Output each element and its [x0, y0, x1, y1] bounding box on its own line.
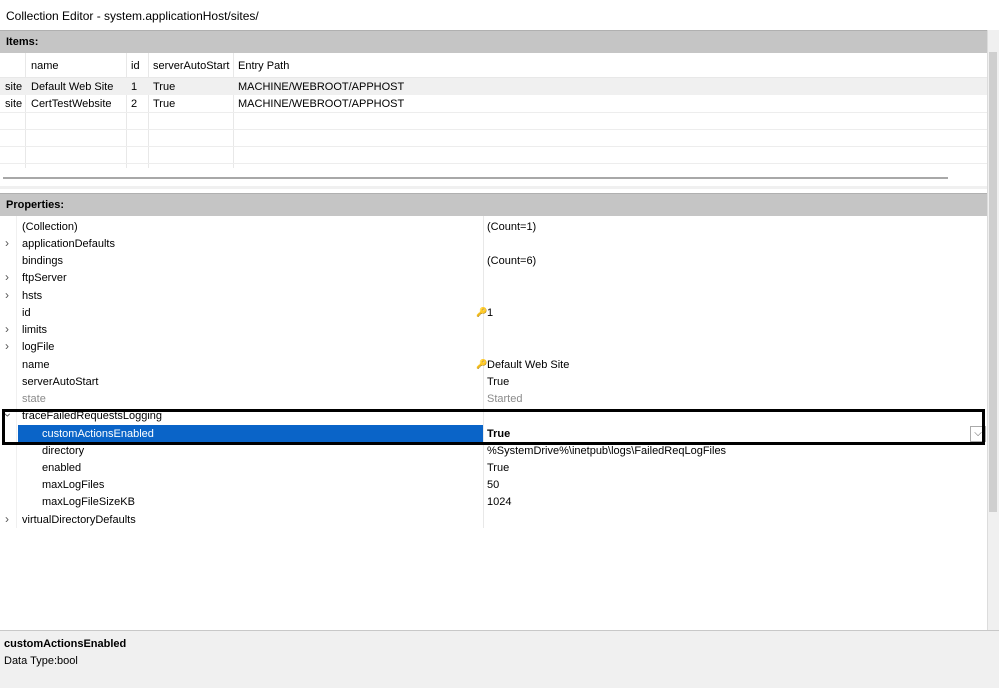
property-value[interactable]: Default Web Site	[487, 359, 569, 371]
chevron-right-icon[interactable]: ›	[5, 288, 9, 302]
row-type: site	[5, 98, 23, 110]
property-name: enabled	[42, 462, 82, 474]
chevron-right-icon[interactable]: ›	[5, 512, 9, 526]
property-row-state[interactable]: state Started	[0, 390, 987, 407]
column-header-entry-path[interactable]: Entry Path	[238, 60, 289, 72]
description-title: customActionsEnabled	[4, 638, 127, 650]
items-divider	[0, 186, 987, 189]
key-icon: 🔑	[476, 307, 488, 317]
property-row-bindings[interactable]: bindings (Count=6)	[0, 252, 987, 269]
title-bar: Collection Editor - system.applicationHo…	[0, 0, 999, 31]
property-row-enabled[interactable]: enabled True	[0, 459, 987, 476]
row-name: CertTestWebsite	[31, 98, 112, 110]
horizontal-scrollbar[interactable]	[3, 177, 948, 179]
property-name: maxLogFileSizeKB	[42, 496, 135, 508]
window-title: Collection Editor - system.applicationHo…	[6, 9, 259, 23]
chevron-right-icon[interactable]: ›	[5, 322, 9, 336]
property-value[interactable]: True	[487, 462, 509, 474]
properties-header-label: Properties:	[6, 199, 65, 211]
property-row-maxlogfilesizekb[interactable]: maxLogFileSizeKB 1024	[0, 493, 987, 510]
property-row-name[interactable]: name 🔑 Default Web Site	[0, 356, 987, 373]
items-header-label: Items:	[6, 36, 39, 48]
property-value[interactable]: (Count=1)	[487, 221, 536, 233]
row-separator	[0, 112, 987, 113]
property-value[interactable]: 1	[487, 307, 493, 319]
property-value[interactable]: 1024	[487, 496, 511, 508]
property-name: bindings	[22, 255, 63, 267]
property-row-maxlogfiles[interactable]: maxLogFiles 50	[0, 476, 987, 493]
property-row-hsts[interactable]: › hsts	[0, 287, 987, 304]
row-entry-path: MACHINE/WEBROOT/APPHOST	[238, 81, 405, 93]
column-header-name[interactable]: name	[31, 60, 59, 72]
properties-section-header: Properties:	[0, 193, 987, 216]
items-table[interactable]: name id serverAutoStart Entry Path site …	[0, 53, 987, 185]
property-name: ftpServer	[22, 272, 67, 284]
property-name: limits	[22, 324, 48, 336]
property-value: Started	[487, 393, 523, 405]
property-row-virtualdirectorydefaults[interactable]: › virtualDirectoryDefaults	[0, 511, 987, 528]
row-separator	[0, 146, 987, 147]
property-name: name	[22, 359, 50, 371]
row-separator	[0, 129, 987, 130]
row-separator	[0, 163, 987, 164]
description-data-type: Data Type:bool	[4, 655, 78, 667]
chevron-right-icon[interactable]: ›	[5, 236, 9, 250]
column-header-serverautostart[interactable]: serverAutoStart	[153, 60, 229, 72]
property-name: hsts	[22, 290, 43, 302]
property-row-id[interactable]: id 🔑 1	[0, 304, 987, 321]
property-name: maxLogFiles	[42, 479, 105, 491]
property-row-logfile[interactable]: › logFile	[0, 338, 987, 355]
property-row-limits[interactable]: › limits	[0, 321, 987, 338]
property-row-collection[interactable]: (Collection) (Count=1)	[0, 218, 987, 235]
row-name: Default Web Site	[31, 81, 114, 93]
property-value[interactable]: 50	[487, 479, 499, 491]
property-name: (Collection)	[22, 221, 78, 233]
items-table-header: name id serverAutoStart Entry Path	[0, 53, 987, 78]
property-row-ftpserver[interactable]: › ftpServer	[0, 269, 987, 286]
key-icon: 🔑	[476, 359, 488, 369]
row-entry-path: MACHINE/WEBROOT/APPHOST	[238, 98, 405, 110]
table-row[interactable]: site Default Web Site 1 True MACHINE/WEB…	[0, 78, 987, 95]
property-name: serverAutoStart	[22, 376, 99, 388]
column-header-id[interactable]: id	[131, 60, 140, 72]
chevron-right-icon[interactable]: ›	[5, 270, 9, 284]
row-serverautostart: True	[153, 98, 176, 110]
description-pane: customActionsEnabled Data Type:bool	[0, 630, 999, 688]
row-id: 1	[131, 81, 138, 93]
property-name: directory	[42, 445, 85, 457]
row-serverautostart: True	[153, 81, 176, 93]
scrollbar-thumb[interactable]	[989, 52, 997, 512]
chevron-right-icon[interactable]: ›	[5, 339, 9, 353]
annotation-highlight-box	[2, 409, 985, 445]
property-row-applicationdefaults[interactable]: › applicationDefaults	[0, 235, 987, 252]
property-value[interactable]: True	[487, 376, 509, 388]
property-value[interactable]: (Count=6)	[487, 255, 536, 267]
property-name: virtualDirectoryDefaults	[22, 514, 136, 526]
items-section-header: Items:	[0, 30, 987, 53]
property-name: applicationDefaults	[22, 238, 115, 250]
property-value[interactable]: %SystemDrive%\inetpub\logs\FailedReqLogF…	[487, 445, 726, 457]
table-row[interactable]: site CertTestWebsite 2 True MACHINE/WEBR…	[0, 95, 987, 112]
property-name: id	[22, 307, 31, 319]
property-name: logFile	[22, 341, 55, 353]
row-type: site	[5, 81, 23, 93]
row-id: 2	[131, 98, 138, 110]
property-row-serverautostart[interactable]: serverAutoStart True	[0, 373, 987, 390]
property-name: state	[22, 393, 46, 405]
